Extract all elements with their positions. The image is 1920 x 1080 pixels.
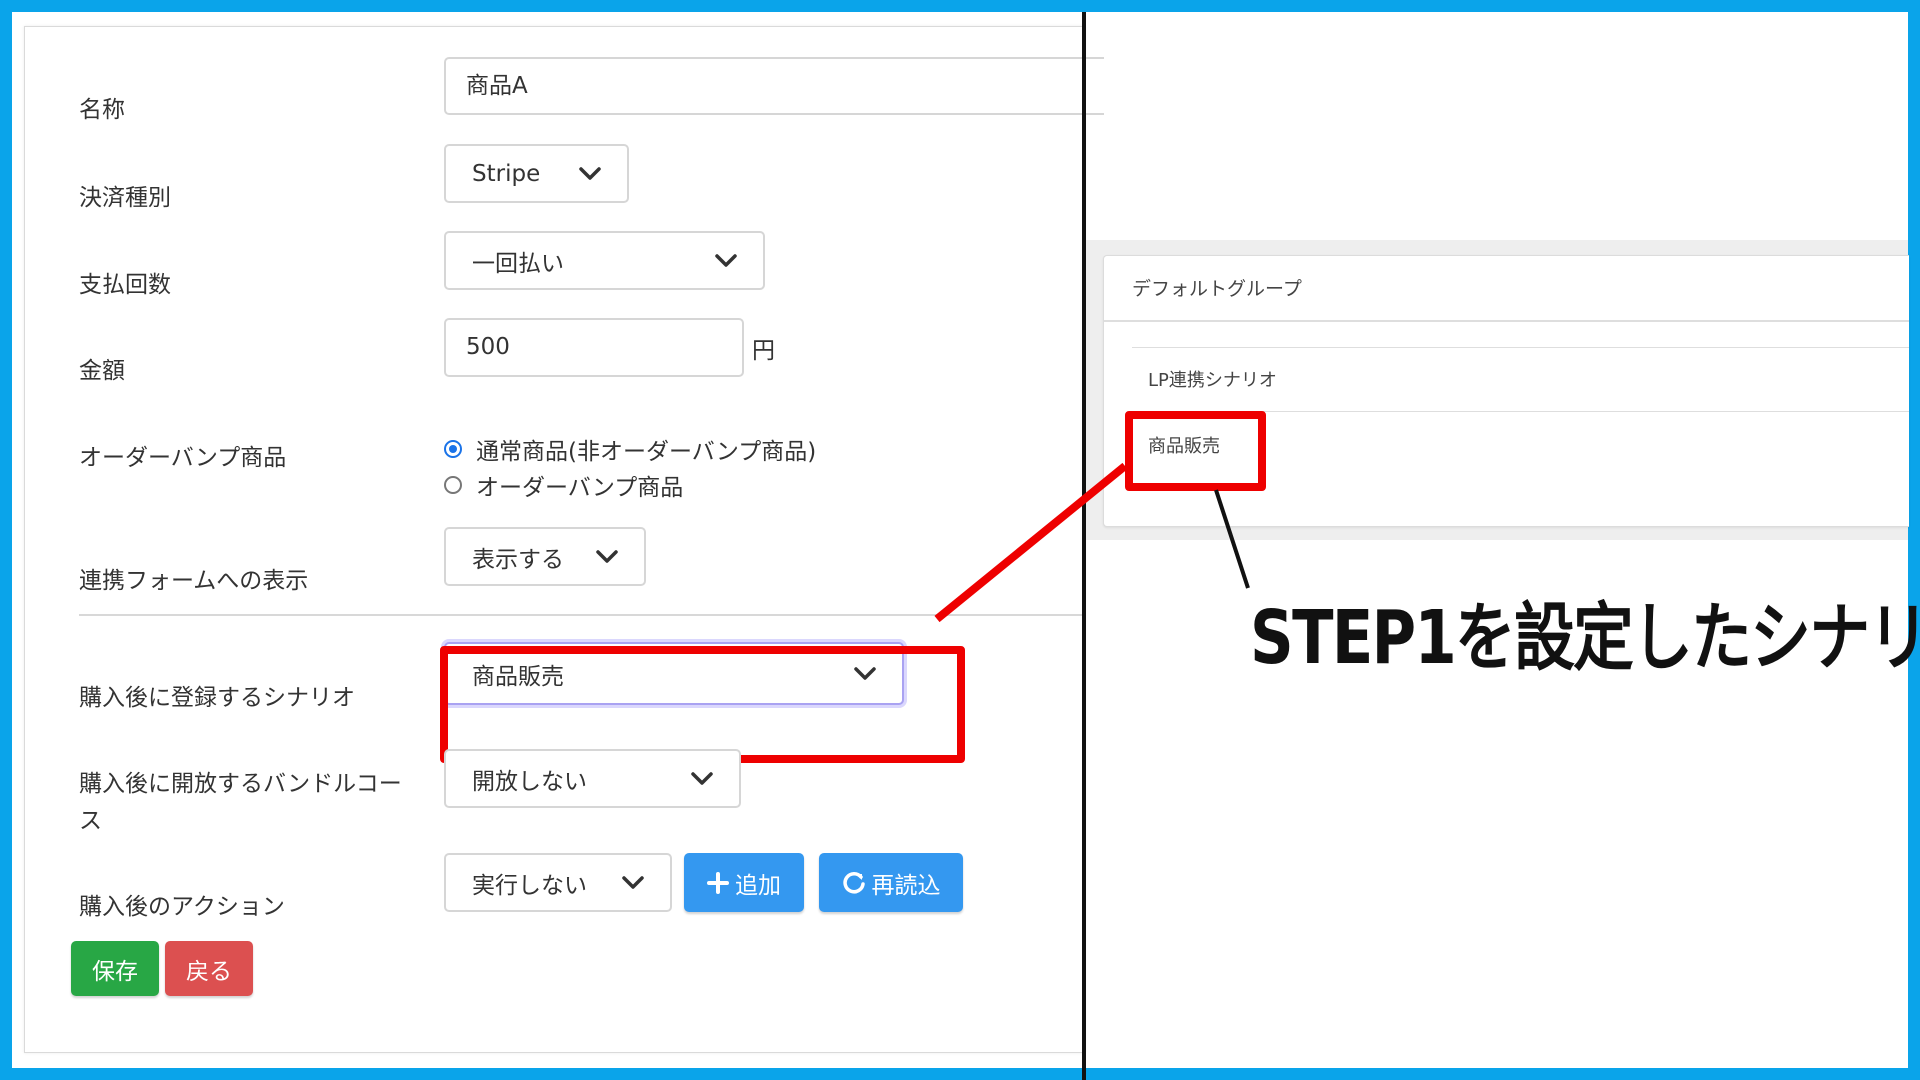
step-annotation-text: STEP1を設定したシナリオ [1250,595,1920,681]
order-bump-label: オーダーバンプ商品 [79,445,287,471]
order-bump-option-bump-label: オーダーバンプ商品 [476,475,684,501]
amount-input[interactable]: 500 [444,318,744,377]
amount-label: 金額 [79,358,125,384]
add-action-label: 追加 [735,872,781,899]
group-card-header: デフォルトグループ [1132,278,1302,300]
product-form-panel: 名称 商品A 決済種別 Stripe 支払回数 一回払い 金額 500 円 オー… [24,26,1104,1053]
scenario-label: 購入後に登録するシナリオ [79,685,355,711]
form-display-select[interactable]: 表示する [444,527,646,586]
split-divider [1082,12,1086,1080]
card-divider [1132,347,1909,348]
payment-type-value: Stripe [472,160,541,187]
chevron-down-icon [579,166,601,180]
order-bump-option-normal[interactable]: 通常商品(非オーダーバンプ商品) [444,432,816,466]
chevron-down-icon [715,253,737,267]
order-bump-option-normal-label: 通常商品(非オーダーバンプ商品) [476,439,817,465]
payment-count-select[interactable]: 一回払い [444,231,765,290]
name-label: 名称 [79,97,125,123]
save-button[interactable]: 保存 [71,941,159,996]
action-label: 購入後のアクション [79,894,285,920]
chevron-down-icon [691,771,713,785]
bundle-select[interactable]: 開放しない [444,749,741,808]
order-bump-option-bump[interactable]: オーダーバンプ商品 [444,468,683,502]
name-input[interactable]: 商品A [444,57,1104,115]
reload-label: 再読込 [871,872,941,899]
back-button[interactable]: 戻る [165,941,253,996]
bundle-value: 開放しない [472,768,587,795]
card-divider [1104,320,1909,322]
scenario-item-highlight-box [1125,411,1266,491]
amount-unit: 円 [752,338,775,364]
payment-count-label: 支払回数 [79,272,171,298]
payment-count-value: 一回払い [472,250,564,277]
reload-button[interactable]: 再読込 [819,853,963,912]
payment-type-label: 決済種別 [79,185,171,211]
reload-icon [842,871,865,893]
section-divider [79,614,1085,616]
radio-unchecked-icon[interactable] [444,476,462,494]
bundle-label-line1: 購入後に開放するバンドルコー [79,771,402,797]
chevron-down-icon [622,875,644,889]
chevron-down-icon [596,549,618,563]
action-select[interactable]: 実行しない [444,853,672,912]
form-display-label: 連携フォームへの表示 [79,568,309,594]
form-display-value: 表示する [472,546,564,573]
scenario-highlight-box [440,646,965,763]
radio-checked-icon[interactable] [444,440,462,458]
add-action-button[interactable]: 追加 [684,853,804,912]
scenario-list-item[interactable]: LP連携シナリオ [1148,366,1277,392]
action-value: 実行しない [472,872,587,899]
plus-icon [707,871,729,894]
bundle-label-line2: ス [79,808,102,834]
payment-type-select[interactable]: Stripe [444,144,629,203]
